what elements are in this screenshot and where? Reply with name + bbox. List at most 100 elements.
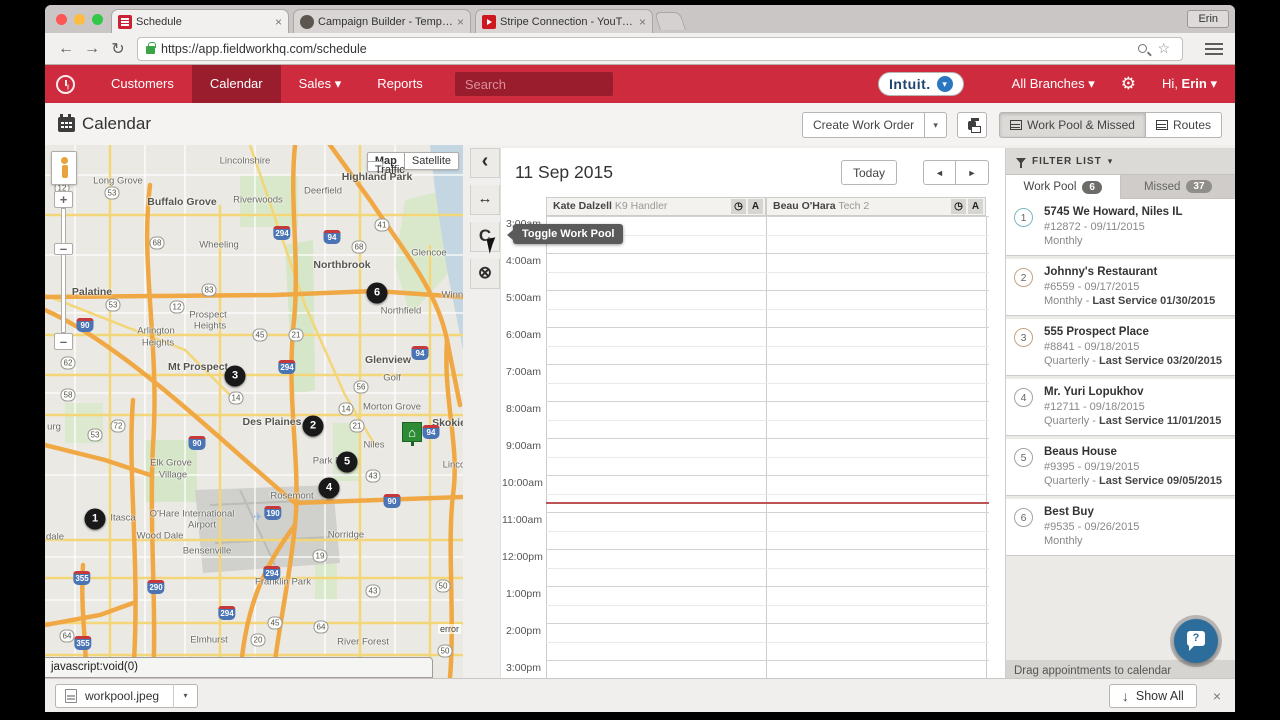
resize-columns-button[interactable]: ↔ xyxy=(470,185,500,215)
shelf-close-icon[interactable]: × xyxy=(1213,688,1221,704)
nav-item-customers[interactable]: Customers xyxy=(93,65,192,103)
browser-tab[interactable]: Campaign Builder - Template × xyxy=(293,9,471,33)
work-pool-missed-button[interactable]: Work Pool & Missed xyxy=(999,112,1146,138)
hour-row[interactable]: 1:00pm xyxy=(502,586,989,623)
browser-menu-icon[interactable] xyxy=(1205,42,1223,55)
search-input[interactable] xyxy=(454,72,613,96)
map[interactable]: Long Grove Lincolnshire Highland Park Deerf… xyxy=(45,145,463,678)
road-shield: 355 xyxy=(73,571,91,585)
create-work-order-caret[interactable]: ▾ xyxy=(925,112,948,138)
back-icon[interactable]: ← xyxy=(53,40,79,58)
routes-button[interactable]: Routes xyxy=(1145,112,1222,138)
hour-row[interactable]: 4:00am xyxy=(502,253,989,290)
hour-row[interactable]: 3:00pm xyxy=(502,660,989,678)
road-shield: 43 xyxy=(365,469,381,483)
work-pool-item[interactable]: 6 Best Buy #9535 - 09/26/2015 Monthly xyxy=(1006,499,1235,556)
satellite-button[interactable]: Satellite xyxy=(404,152,459,170)
new-tab-button[interactable] xyxy=(654,12,686,30)
road-shield: 90 xyxy=(76,318,94,332)
tab-work-pool[interactable]: Work Pool 6 xyxy=(1006,175,1121,199)
print-button[interactable] xyxy=(957,112,988,138)
url-bar[interactable]: https://app.fieldworkhq.com/schedule ☆ xyxy=(137,36,1183,61)
toggle-work-pool-button[interactable]: C xyxy=(470,222,500,254)
help-chat-button[interactable]: ? xyxy=(1174,619,1218,663)
nav-item-reports[interactable]: Reports xyxy=(359,65,441,103)
chevron-down-icon: ▾ xyxy=(1210,76,1217,91)
tab-missed[interactable]: Missed 37 xyxy=(1120,175,1235,199)
download-item[interactable]: workpool.jpeg ▾ xyxy=(55,684,199,708)
browser-profile-button[interactable]: Erin xyxy=(1187,10,1229,28)
create-work-order-button[interactable]: Create Work Order xyxy=(802,112,926,138)
home-marker[interactable]: ⌂ xyxy=(402,422,422,446)
tab-close-icon[interactable]: × xyxy=(639,15,646,29)
work-pool-item[interactable]: 4 Mr. Yuri Lopukhov #12711 - 09/18/2015 Qua… xyxy=(1006,379,1235,436)
forward-icon[interactable]: → xyxy=(79,40,105,58)
tab-close-icon[interactable]: × xyxy=(275,15,282,29)
hour-row[interactable]: 8:00am xyxy=(502,401,989,438)
next-day-button[interactable]: ► xyxy=(956,160,989,185)
zoom-slider-handle[interactable]: – xyxy=(54,242,73,255)
browser-tab[interactable]: Stripe Connection - YouTube × xyxy=(475,9,653,33)
window-close-button[interactable] xyxy=(56,14,67,25)
filter-list-header[interactable]: FILTER LIST ▾ xyxy=(1006,148,1235,175)
gear-icon[interactable]: ⚙ xyxy=(1121,74,1136,94)
road-shield: 53 xyxy=(87,428,103,442)
map-marker-3[interactable]: 3 xyxy=(224,365,246,387)
map-marker-2[interactable]: 2 xyxy=(302,415,324,437)
map-marker-5[interactable]: 5 xyxy=(336,451,358,473)
clock-icon[interactable]: ◷ xyxy=(951,199,966,214)
previous-day-button[interactable]: ◄ xyxy=(923,160,956,185)
work-pool-item[interactable]: 1 5745 We Howard, Niles IL #12872 - 09/11/… xyxy=(1006,199,1235,256)
map-label: Airport xyxy=(188,519,216,531)
map-attribution[interactable]: error xyxy=(437,624,461,634)
url-text[interactable]: https://app.fieldworkhq.com/schedule xyxy=(161,42,1138,56)
window-zoom-button[interactable] xyxy=(92,14,103,25)
fieldwork-logo-icon[interactable] xyxy=(56,74,75,94)
traffic-button[interactable]: Traffic xyxy=(366,161,405,176)
bookmark-star-icon[interactable]: ☆ xyxy=(1157,40,1170,57)
clock-icon[interactable]: ◷ xyxy=(731,199,746,214)
show-all-downloads-button[interactable]: ↓ Show All xyxy=(1108,684,1197,708)
work-pool-item[interactable]: 2 Johnny's Restaurant #6559 - 09/17/2015 Mo… xyxy=(1006,259,1235,316)
work-pool-item[interactable]: 5 Beaus House #9395 - 09/19/2015 Quarterly … xyxy=(1006,439,1235,496)
calendar-grid[interactable]: 3:00am4:00am5:00am6:00am7:00am8:00am9:00… xyxy=(501,216,1006,678)
nav-item-calendar[interactable]: Calendar xyxy=(191,65,281,103)
collapse-panel-button[interactable]: ‹ xyxy=(470,148,500,178)
availability-icon[interactable]: A xyxy=(748,199,763,214)
availability-icon[interactable]: A xyxy=(968,199,983,214)
zoom-in-button[interactable]: + xyxy=(54,191,73,208)
hour-row[interactable]: 9:00am xyxy=(502,438,989,475)
map-marker-4[interactable]: 4 xyxy=(318,477,340,499)
intuit-badge[interactable]: Intuit. ▾ xyxy=(878,72,964,96)
https-padlock-icon xyxy=(146,42,156,54)
branches-dropdown[interactable]: All Branches ▾ xyxy=(1012,76,1095,92)
hour-row[interactable]: 12:00pm xyxy=(502,549,989,586)
map-marker-6[interactable]: 6 xyxy=(366,282,388,304)
item-number-badge: 5 xyxy=(1014,448,1033,467)
map-marker-1[interactable]: 1 xyxy=(84,508,106,530)
clear-button[interactable]: ⊗ xyxy=(470,259,500,289)
zoom-out-button[interactable]: – xyxy=(54,333,73,350)
nav-item-sales[interactable]: Sales ▾ xyxy=(281,65,360,103)
user-menu[interactable]: Hi, Erin ▾ xyxy=(1162,76,1217,92)
road-shield: 45 xyxy=(267,616,283,630)
hour-row[interactable]: 7:00am xyxy=(502,364,989,401)
hour-row[interactable]: 11:00am xyxy=(502,512,989,549)
zoom-out-icon[interactable] xyxy=(1138,44,1148,53)
refresh-icon[interactable]: ↻ xyxy=(105,39,131,59)
browser-tab[interactable]: Schedule × xyxy=(111,9,289,33)
work-pool-item[interactable]: 3 555 Prospect Place #8841 - 09/18/2015 Qua… xyxy=(1006,319,1235,376)
zoom-slider[interactable] xyxy=(61,208,66,333)
hour-row[interactable]: 10:00am xyxy=(502,475,989,512)
road-shield: 294 xyxy=(278,360,296,374)
hour-row[interactable]: 6:00am xyxy=(502,327,989,364)
today-button[interactable]: Today xyxy=(841,160,897,185)
hour-row[interactable]: 5:00am xyxy=(502,290,989,327)
tab-close-icon[interactable]: × xyxy=(457,15,464,29)
hour-row[interactable]: 2:00pm xyxy=(502,623,989,660)
download-caret[interactable]: ▾ xyxy=(173,684,197,708)
window-minimize-button[interactable] xyxy=(74,14,85,25)
pegman-control[interactable] xyxy=(51,151,77,185)
map-label: Elk Grove xyxy=(150,457,192,469)
item-last-service: Last Service 11/01/2015 xyxy=(1099,415,1222,427)
